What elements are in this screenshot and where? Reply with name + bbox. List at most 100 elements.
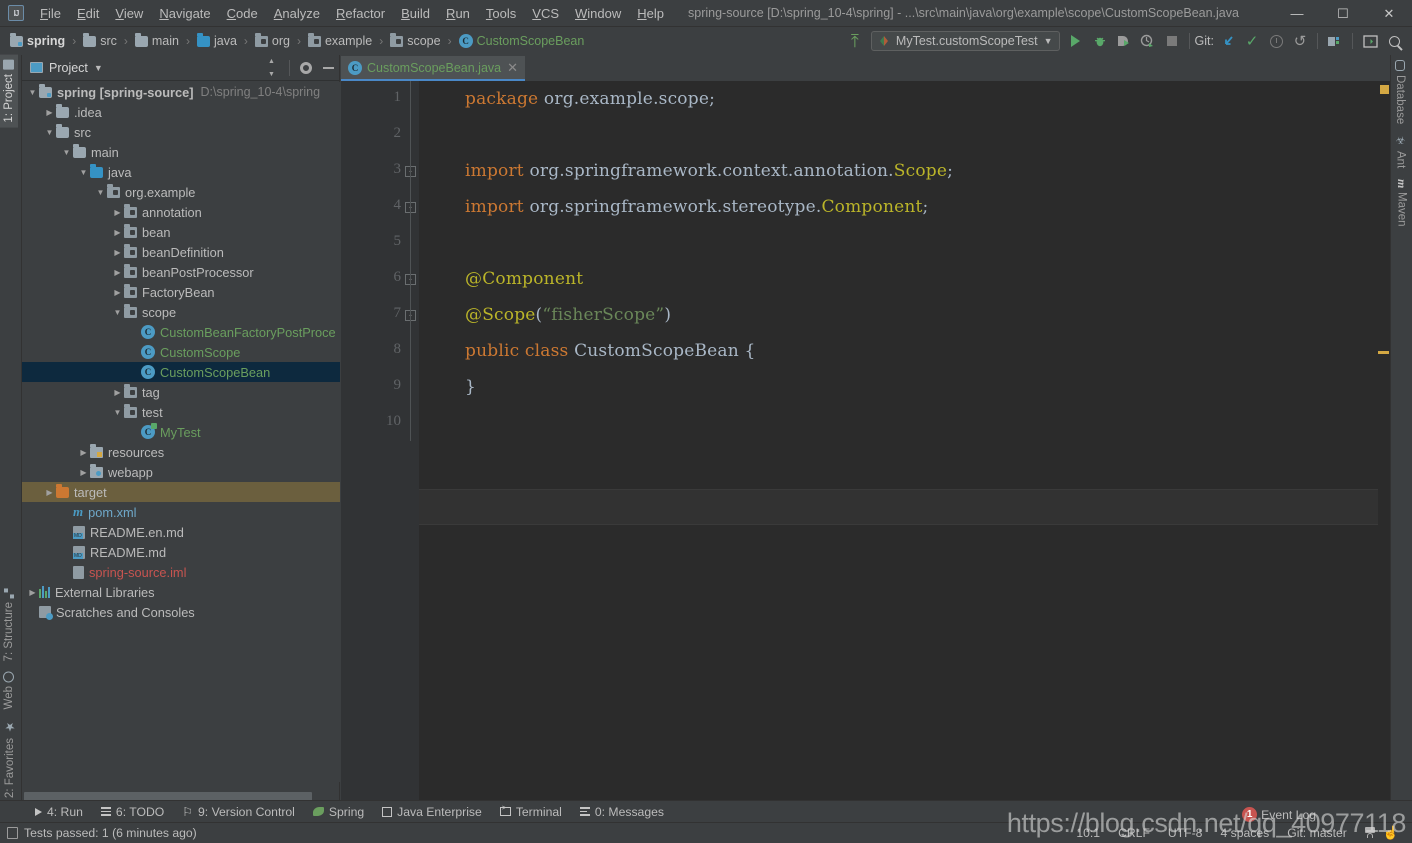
bottom-item-todo[interactable]: 6: TODO (92, 803, 173, 821)
tree-node-main[interactable]: ▼ main (22, 142, 340, 162)
tree-node-test[interactable]: ▼ test (22, 402, 340, 422)
project-structure-icon[interactable] (1323, 30, 1347, 52)
tab-CustomScopeBean[interactable]: C CustomScopeBean.java ✕ (341, 56, 526, 81)
close-icon[interactable]: ✕ (507, 60, 518, 76)
git-rollback-icon[interactable]: ↺ (1288, 30, 1312, 52)
chevron-right-icon[interactable]: ▶ (111, 268, 124, 277)
breadcrumb-item-example[interactable]: example (306, 32, 374, 49)
chevron-down-icon[interactable]: ▼ (94, 63, 103, 73)
tree-node-java[interactable]: ▼ java (22, 162, 340, 182)
sidebar-item-web[interactable]: Web (0, 666, 18, 714)
menu-tools[interactable]: Tools (478, 3, 524, 24)
bottom-item-terminal[interactable]: Terminal (491, 803, 571, 821)
menu-code[interactable]: Code (219, 3, 266, 24)
tree-node-pom-xml[interactable]: m pom.xml (22, 502, 340, 522)
breadcrumb-item-scope[interactable]: scope (388, 32, 442, 49)
git-commit-icon[interactable]: ✓ (1240, 30, 1264, 52)
chevron-right-icon[interactable]: ▶ (43, 108, 56, 117)
tree-node-beanpostprocessor[interactable]: ▶ beanPostProcessor (22, 262, 340, 282)
tree-node-scope[interactable]: ▼ scope (22, 302, 340, 322)
chevron-right-icon[interactable]: ▶ (111, 288, 124, 297)
chevron-right-icon[interactable]: ▶ (111, 228, 124, 237)
minimize-button[interactable]: — (1274, 0, 1320, 27)
power-save-toggle[interactable]: ☝ (1374, 825, 1408, 841)
search-everywhere-icon[interactable] (1382, 30, 1406, 52)
profile-icon[interactable] (1136, 30, 1160, 52)
breadcrumb-item-main[interactable]: main (133, 32, 181, 49)
menu-window[interactable]: Window (567, 3, 629, 24)
maximize-button[interactable]: ☐ (1320, 0, 1366, 27)
breadcrumb-item-customscopebean[interactable]: C CustomScopeBean (457, 33, 587, 49)
hide-button[interactable] (317, 58, 339, 78)
settings-icon[interactable] (1358, 30, 1382, 52)
tree-node-readme-md[interactable]: README.md (22, 542, 340, 562)
menu-build[interactable]: Build (393, 3, 438, 24)
chevron-down-icon[interactable]: ▼ (94, 188, 107, 197)
breadcrumb-item-org[interactable]: org (253, 32, 292, 49)
menu-vcs[interactable]: VCS (524, 3, 567, 24)
stop-icon[interactable] (1160, 30, 1184, 52)
indent-setting[interactable]: 4 spaces (1211, 826, 1278, 840)
breadcrumb-item-spring[interactable]: spring (8, 32, 67, 49)
chevron-down-icon[interactable]: ▼ (60, 148, 73, 157)
collapse-all-button[interactable] (262, 58, 284, 78)
sidebar-item-maven[interactable]: m Maven (1391, 174, 1412, 232)
tree-node-webapp[interactable]: ▶ webapp (22, 462, 340, 482)
chevron-right-icon[interactable]: ▶ (77, 468, 90, 477)
tree-node-bean[interactable]: ▶ bean (22, 222, 340, 242)
caret-position[interactable]: 10:1 (1067, 826, 1109, 840)
menu-navigate[interactable]: Navigate (151, 3, 218, 24)
project-tree[interactable]: ▼ spring [spring-source] D:\spring_10-4\sp… (22, 82, 340, 782)
tree-node-mytest[interactable]: C MyTest (22, 422, 340, 442)
bottom-item-version-control[interactable]: ⚐ 9: Version Control (173, 803, 304, 821)
sidebar-item-structure[interactable]: 7: Structure (0, 582, 18, 666)
chevron-down-icon[interactable]: ▼ (111, 308, 124, 317)
tree-node-spring-source-iml[interactable]: spring-source.iml (22, 562, 340, 582)
git-update-icon[interactable] (1216, 30, 1240, 52)
tree-node-factorybean[interactable]: ▶ FactoryBean (22, 282, 340, 302)
update-project-icon[interactable]: ⤒ (843, 30, 867, 52)
modified-line-marker[interactable] (1378, 351, 1389, 354)
tree-node-readme-en-md[interactable]: README.en.md (22, 522, 340, 542)
editor-gutter[interactable]: 123-4-56-7-8910 (341, 81, 419, 803)
chevron-right-icon[interactable]: ▶ (77, 448, 90, 457)
sidebar-item-project[interactable]: 1: Project (0, 55, 18, 128)
tree-node-custombeanfactorypostproce[interactable]: C CustomBeanFactoryPostProce (22, 322, 340, 342)
chevron-down-icon[interactable]: ▼ (111, 408, 124, 417)
breadcrumb-item-java[interactable]: java (195, 32, 239, 49)
tree-node-external-libraries[interactable]: ▶ External Libraries (22, 582, 340, 602)
tree-node-target[interactable]: ▶ target (22, 482, 340, 502)
tree-node-customscopebean[interactable]: C CustomScopeBean (22, 362, 340, 382)
chevron-right-icon[interactable]: ▶ (111, 208, 124, 217)
tree-node-customscope[interactable]: C CustomScope (22, 342, 340, 362)
git-branch[interactable]: Git: master (1278, 826, 1356, 840)
warning-marker[interactable] (1380, 85, 1389, 94)
chevron-down-icon[interactable]: ▼ (26, 88, 39, 97)
debug-icon[interactable] (1088, 30, 1112, 52)
bottom-item-spring[interactable]: Spring (304, 803, 373, 821)
chevron-down-icon[interactable]: ▼ (43, 128, 56, 137)
line-separator[interactable]: CRLF (1109, 826, 1159, 840)
menu-refactor[interactable]: Refactor (328, 3, 393, 24)
breadcrumb-item-src[interactable]: src (81, 32, 119, 49)
code-content[interactable]: package org.example.scope; import org.spr… (419, 81, 1390, 803)
encoding[interactable]: UTF-8 (1159, 826, 1212, 840)
bottom-item-java-enterprise[interactable]: Java Enterprise (373, 803, 491, 821)
sidebar-item-ant[interactable]: ☣ Ant (1391, 129, 1410, 173)
tree-node-tag[interactable]: ▶ tag (22, 382, 340, 402)
settings-button[interactable] (295, 58, 317, 78)
menu-file[interactable]: File (32, 3, 69, 24)
menu-view[interactable]: View (107, 3, 151, 24)
tree-node-org-example[interactable]: ▼ org.example (22, 182, 340, 202)
menu-run[interactable]: Run (438, 3, 478, 24)
menu-analyze[interactable]: Analyze (266, 3, 328, 24)
menu-help[interactable]: Help (629, 3, 672, 24)
tree-node-spring-spring-source-[interactable]: ▼ spring [spring-source] D:\spring_10-4\sp… (22, 82, 340, 102)
tree-node-annotation[interactable]: ▶ annotation (22, 202, 340, 222)
chevron-right-icon[interactable]: ▶ (43, 488, 56, 497)
run-icon[interactable] (1064, 30, 1088, 52)
chevron-down-icon[interactable]: ▼ (77, 168, 90, 177)
sidebar-item-favorites[interactable]: 2: Favorites ★ (0, 715, 20, 803)
close-button[interactable]: ✕ (1366, 0, 1412, 27)
tree-node-scratches-and-consoles[interactable]: Scratches and Consoles (22, 602, 340, 622)
